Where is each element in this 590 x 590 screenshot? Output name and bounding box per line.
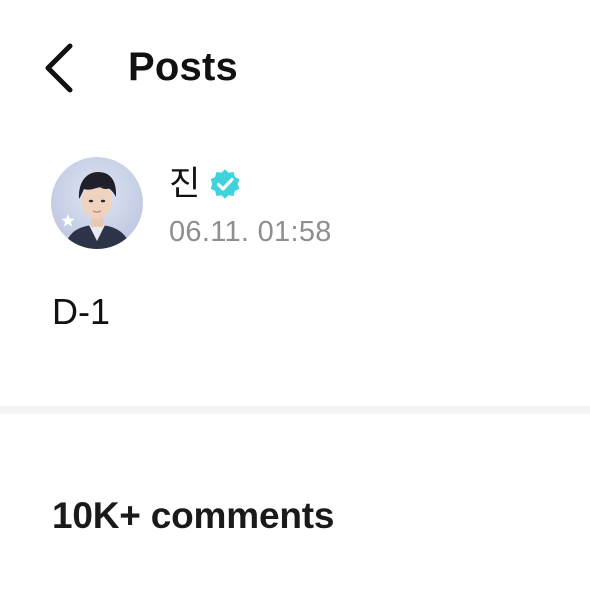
author-row: 진	[169, 162, 243, 206]
verified-check-icon	[207, 166, 243, 202]
post-timestamp: 06.11. 01:58	[169, 216, 332, 248]
top-bar: Posts	[0, 0, 590, 130]
author-name[interactable]: 진	[169, 164, 200, 204]
avatar-photo	[51, 157, 143, 249]
chevron-left-icon	[45, 43, 73, 93]
post-body-text: D-1	[52, 291, 111, 332]
section-divider	[0, 406, 590, 414]
avatar[interactable]	[51, 157, 143, 249]
page-title: Posts	[128, 45, 238, 89]
back-button[interactable]	[36, 38, 84, 98]
comments-count-heading[interactable]: 10K+ comments	[52, 494, 334, 538]
